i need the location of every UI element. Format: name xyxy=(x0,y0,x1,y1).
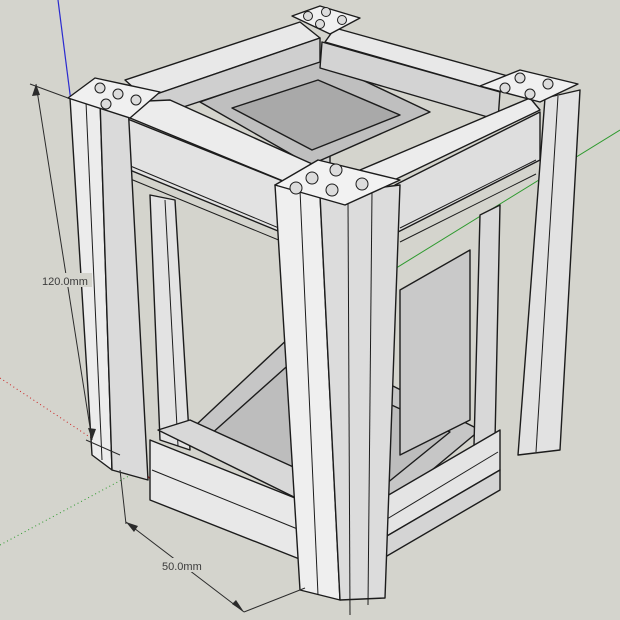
left-cap-hole-3 xyxy=(100,98,112,110)
right-cap-hole-1 xyxy=(514,72,526,84)
right-cap-hole-2 xyxy=(499,82,511,94)
back-cap-hole-3 xyxy=(315,19,325,29)
back-cap-hole-4 xyxy=(337,15,347,25)
front-cap-hole-4 xyxy=(355,177,369,191)
right-cap-hole-3 xyxy=(524,88,536,100)
left-cap-hole-2 xyxy=(112,88,124,100)
front-cap-hole-3 xyxy=(325,183,339,197)
dim-width-arrow-right xyxy=(232,600,244,612)
right-mid-post xyxy=(473,204,501,446)
dim-width-ext-right xyxy=(243,587,306,613)
front-cap-hole-1 xyxy=(305,171,319,185)
back-cap-hole-2 xyxy=(321,7,331,17)
dim-width-arrow-left xyxy=(126,522,138,532)
left-cap-hole-4 xyxy=(130,94,142,106)
front-cap-center xyxy=(289,181,303,195)
left-cap-hole-1 xyxy=(94,82,106,94)
dim-width-ext-left xyxy=(119,469,127,525)
model-scene[interactable]: 120.0mm 50.0mm xyxy=(0,0,620,620)
front-cap-hole-2 xyxy=(329,163,343,177)
right-inner-wall xyxy=(399,249,471,456)
dim-height-label: 120.0mm xyxy=(42,276,88,288)
dim-width-label: 50.0mm xyxy=(162,561,202,573)
back-cap-hole-1 xyxy=(303,11,313,21)
green-axis-dotted xyxy=(0,469,141,546)
left-mid-post xyxy=(149,194,191,451)
dim-height-arrow-top xyxy=(32,84,40,96)
modeling-viewport[interactable]: 120.0mm 50.0mm xyxy=(0,0,620,620)
right-cap-hole-4 xyxy=(542,78,554,90)
